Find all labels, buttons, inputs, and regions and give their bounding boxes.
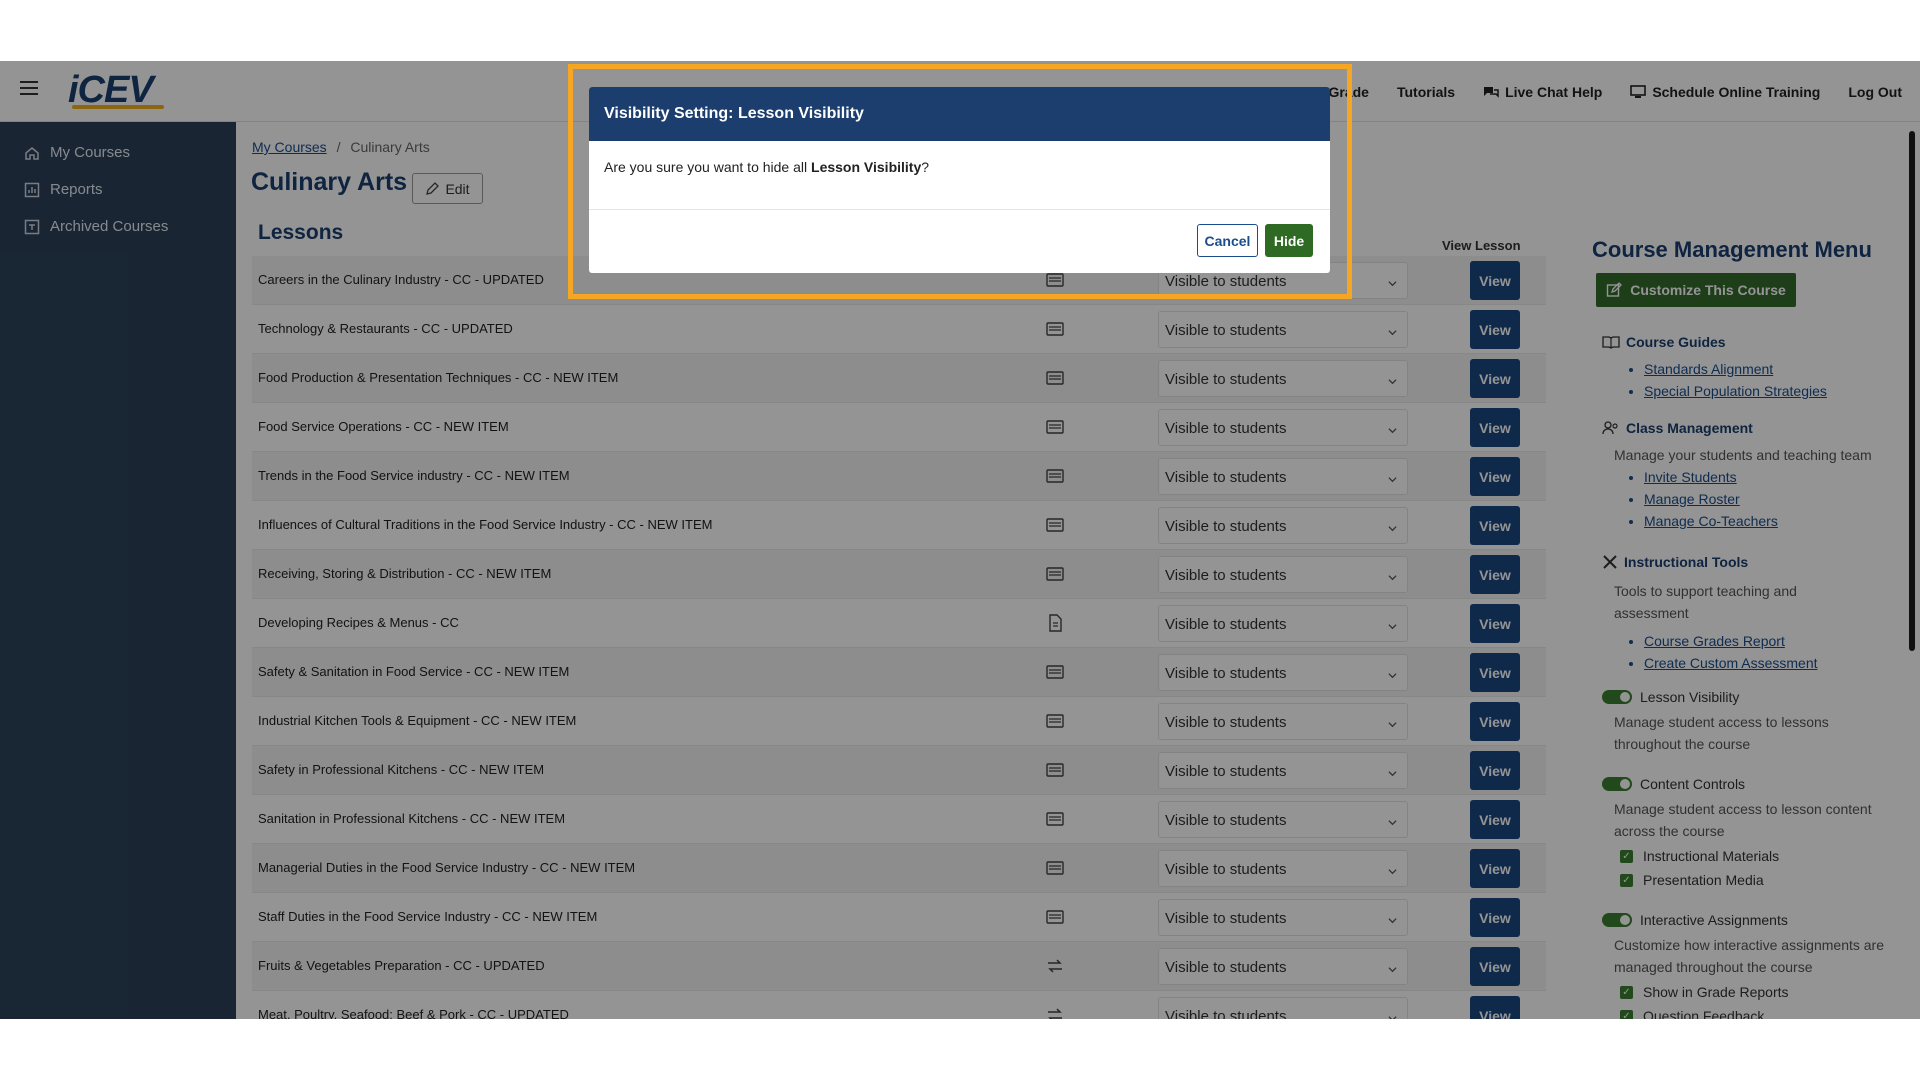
dialog-message: Are you sure you want to hide all (604, 159, 812, 175)
dialog-body: Are you sure you want to hide all Lesson… (589, 141, 1330, 210)
hide-button[interactable]: Hide (1265, 224, 1313, 257)
dialog-message-end: ? (921, 159, 930, 175)
dialog-title: Visibility Setting: Lesson Visibility (589, 87, 1330, 141)
cancel-button[interactable]: Cancel (1197, 224, 1258, 257)
dialog-footer: Cancel Hide (589, 210, 1330, 273)
app-window: iCEV Teacher Office My Grade Tutorials L… (0, 61, 1920, 1019)
dialog-message-emphasis: Lesson Visibility (811, 159, 922, 175)
visibility-confirm-dialog: Visibility Setting: Lesson Visibility Ar… (589, 87, 1330, 273)
